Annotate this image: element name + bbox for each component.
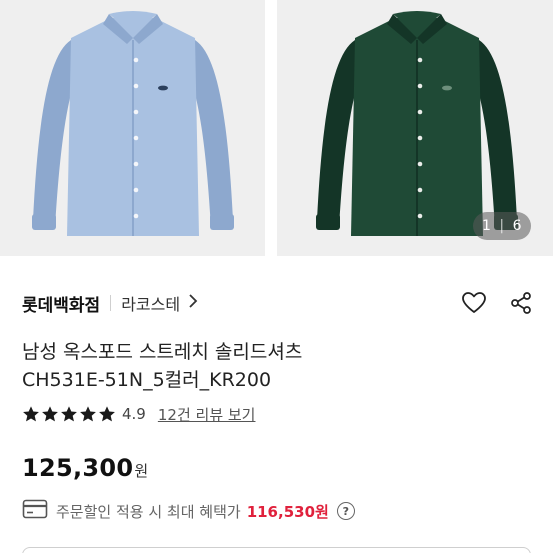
store-divider [110,295,112,311]
benefit-label: 주문할인 적용 시 최대 혜택가 [56,502,241,521]
credit-card-icon [22,499,48,523]
chevron-right-icon[interactable] [188,293,198,313]
product-image-gallery[interactable]: 1 | 6 [0,0,553,268]
star-icon [61,406,77,422]
store-row: 롯데백화점 라코스테 [22,286,533,320]
image-counter-total: 6 [512,218,523,234]
share-icon[interactable] [509,291,533,315]
star-icon [23,406,39,422]
price-row: 125,300 원 [22,454,148,482]
price-unit: 원 [134,462,149,480]
product-title-line2: CH531E-51N_5컬러_KR200 [22,369,272,391]
rating-score: 4.9 [122,405,146,423]
rating-stars [22,405,116,423]
bottom-option-bar[interactable] [22,547,531,553]
rating-row: 4.9 12건 리뷰 보기 [22,402,255,426]
question-icon[interactable]: ? [336,502,355,520]
star-icon [42,406,58,422]
product-actions [461,291,533,315]
store-name[interactable]: 롯데백화점 [22,291,100,316]
star-icon [80,406,96,422]
brand-link[interactable]: 라코스테 [121,291,180,315]
star-icon [99,406,115,422]
image-counter-separator: | [499,218,505,234]
product-image-blue-shirt[interactable] [0,0,265,256]
blue-shirt-image [32,11,234,236]
product-title-line1: 남성 옥스포드 스트레치 솔리드셔츠 [22,341,303,363]
image-counter-current: 1 [481,218,492,234]
benefit-price: 116,530원 [246,502,329,521]
review-link[interactable]: 12건 리뷰 보기 [158,404,256,425]
product-title: 남성 옥스포드 스트레치 솔리드셔츠 CH531E-51N_5컬러_KR200 [22,338,522,394]
heart-icon[interactable] [461,291,487,315]
image-counter: 1 | 6 [473,212,531,240]
benefit-row: 주문할인 적용 시 최대 혜택가 116,530원 ? [22,498,355,524]
price-amount: 125,300 [22,454,134,482]
